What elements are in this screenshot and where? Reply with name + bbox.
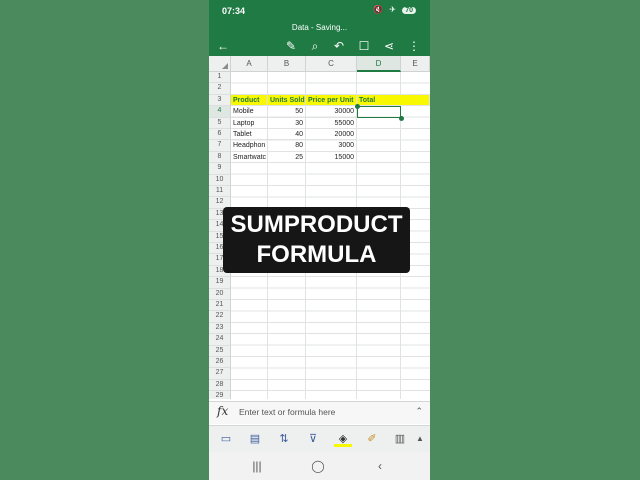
column-header-c[interactable]: C	[306, 56, 357, 72]
header-cell-product[interactable]: Product	[231, 94, 268, 107]
cell-units[interactable]: 40	[268, 129, 306, 141]
row-header[interactable]: 29	[209, 391, 231, 399]
cell-units[interactable]: 50	[268, 106, 306, 118]
fx-icon[interactable]: fx	[217, 404, 228, 418]
row-header[interactable]: 19	[209, 277, 231, 289]
row-header[interactable]: 25	[209, 345, 231, 357]
selected-cell-d4[interactable]	[357, 106, 401, 119]
cell-product[interactable]: Laptop	[231, 117, 268, 129]
column-header-a[interactable]: A	[231, 56, 268, 72]
sort-icon[interactable]: ⇅	[275, 430, 293, 448]
select-all-corner[interactable]	[209, 56, 231, 72]
selection-handle-top-left[interactable]	[354, 103, 360, 109]
format-painter-icon[interactable]: ✐	[363, 430, 381, 448]
row-header[interactable]: 20	[209, 288, 231, 300]
row-header[interactable]: 27	[209, 368, 231, 380]
pen-draw-icon[interactable]: ✎	[283, 38, 299, 54]
row-header[interactable]: 24	[209, 334, 231, 346]
cell-price[interactable]: 30000	[306, 106, 357, 118]
select-all-triangle-icon	[222, 63, 228, 69]
filter-icon[interactable]: ⊽	[304, 430, 322, 448]
formula-bar: fx Enter text or formula here ⌃	[209, 401, 430, 424]
row-header[interactable]: 10	[209, 174, 231, 186]
row-header[interactable]: 21	[209, 300, 231, 312]
overlay-line-1: SUMPRODUCT	[230, 211, 403, 238]
row-header[interactable]: 23	[209, 322, 231, 335]
cell-units[interactable]: 25	[268, 151, 306, 164]
row-header[interactable]: 22	[209, 311, 231, 323]
row-header[interactable]: 6	[209, 129, 231, 141]
status-bar: 07:34 🔇 ✈ 70	[209, 0, 430, 22]
nav-back-icon[interactable]: ‹	[370, 457, 390, 475]
cell-price[interactable]: 15000	[306, 151, 357, 164]
more-menu-icon[interactable]: ⋮	[406, 38, 422, 54]
cell-units[interactable]: 30	[268, 117, 306, 129]
selection-handle-bottom-right[interactable]	[398, 115, 404, 121]
header-cell-price-per-unit[interactable]: Price per Unit	[306, 94, 357, 107]
bottom-toolbar: ▭ ▤ ⇅ ⊽ ◈ ✐ ▥ ▲	[209, 425, 430, 452]
search-icon[interactable]: ⌕	[307, 38, 323, 54]
cell-product[interactable]: Smartwatc	[231, 151, 268, 164]
battery-icon: 70	[402, 7, 416, 14]
row-header[interactable]: 28	[209, 379, 231, 392]
mute-airplane-icons: 🔇 ✈	[373, 5, 398, 14]
row-header[interactable]: 1	[209, 72, 231, 84]
status-time: 07:34	[222, 6, 246, 16]
fill-color-icon[interactable]: ◈	[334, 430, 352, 447]
table-format-icon[interactable]: ▤	[246, 430, 264, 448]
status-icons: 🔇 ✈ 70	[373, 5, 416, 14]
back-arrow-icon[interactable]: ←	[215, 38, 231, 54]
cell-product[interactable]: Headphon	[231, 140, 268, 152]
overlay-line-2: FORMULA	[256, 241, 377, 268]
header-cell-total[interactable]: Total	[357, 94, 430, 107]
cell-units[interactable]: 80	[268, 140, 306, 152]
title-overlay: SUMPRODUCT FORMULA	[223, 207, 410, 273]
column-header-d[interactable]: D	[357, 56, 401, 72]
expand-toolbar-icon[interactable]: ▲	[411, 430, 429, 448]
row-header[interactable]: 4	[209, 106, 231, 118]
row-header[interactable]: 11	[209, 186, 231, 198]
row-header[interactable]: 8	[209, 151, 231, 164]
android-nav-bar: ||| ◯ ‹	[209, 452, 430, 480]
row-header[interactable]: 5	[209, 117, 231, 129]
insert-column-icon[interactable]: ▥	[391, 430, 409, 448]
row-header[interactable]: 2	[209, 83, 231, 95]
undo-icon[interactable]: ↶	[331, 38, 347, 54]
cell-price[interactable]: 55000	[306, 117, 357, 129]
cell-product[interactable]: Mobile	[231, 106, 268, 118]
chevron-up-icon[interactable]: ⌃	[415, 406, 423, 417]
row-header[interactable]: 3	[209, 94, 231, 107]
app-toolbar: ← ✎ ⌕ ↶ ☐ ⋖ ⋮	[209, 36, 430, 56]
row-header[interactable]: 7	[209, 140, 231, 152]
formula-input[interactable]: Enter text or formula here	[239, 407, 335, 417]
cell-price[interactable]: 3000	[306, 140, 357, 152]
document-title: Data - Saving...	[209, 22, 430, 36]
header-cell-units-sold[interactable]: Units Sold	[268, 94, 306, 107]
share-icon[interactable]: ⋖	[381, 38, 397, 54]
home-icon[interactable]: ◯	[308, 457, 328, 475]
comment-icon[interactable]: ☐	[356, 38, 372, 54]
cell-product[interactable]: Tablet	[231, 129, 268, 141]
row-header[interactable]: 26	[209, 357, 231, 369]
row-header[interactable]: 9	[209, 163, 231, 175]
recent-apps-icon[interactable]: |||	[247, 457, 267, 475]
comment-box-icon[interactable]: ▭	[217, 430, 235, 448]
column-header-e[interactable]: E	[401, 56, 430, 72]
cell-price[interactable]: 20000	[306, 129, 357, 141]
column-header-b[interactable]: B	[268, 56, 306, 72]
